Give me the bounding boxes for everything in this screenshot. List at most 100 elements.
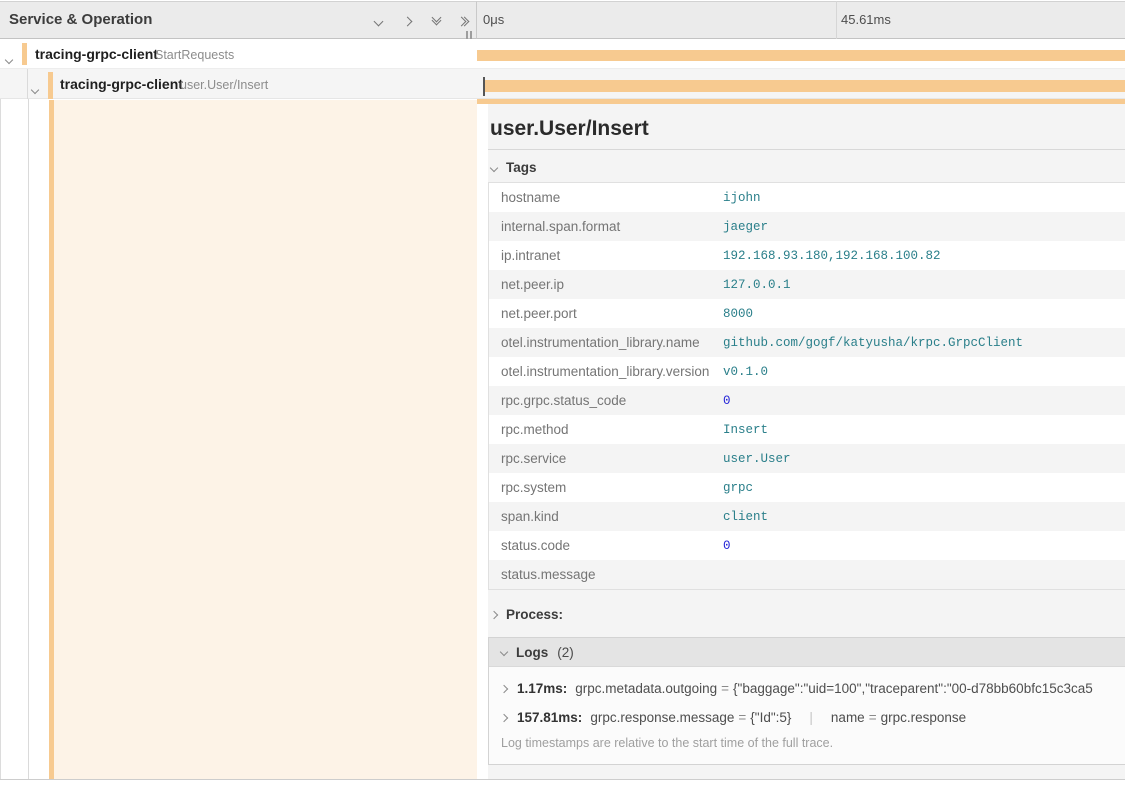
tags-section-label: Tags — [506, 160, 537, 175]
log-field-value: grpc.response — [881, 710, 967, 725]
service-operation-title: Service & Operation — [9, 11, 152, 28]
tag-key: net.peer.ip — [489, 277, 723, 292]
log-entry-row[interactable]: 157.81ms:grpc.response.message={"Id":5}|… — [489, 710, 1125, 725]
tag-value: 0 — [723, 539, 731, 553]
span-row-user-insert[interactable]: tracing-grpc-client user.User/Insert — [0, 69, 1125, 99]
tag-row: rpc.serviceuser.User — [489, 444, 1125, 473]
tag-key: rpc.service — [489, 451, 723, 466]
tag-key: span.kind — [489, 509, 723, 524]
logs-section-header[interactable]: Logs (2) — [489, 638, 1125, 667]
log-field-key: grpc.response.message — [590, 710, 734, 725]
tag-key: net.peer.port — [489, 306, 723, 321]
process-section-header[interactable]: Process: — [491, 607, 563, 622]
span-bar-startrequests[interactable] — [477, 50, 1125, 61]
tag-value: 0 — [723, 394, 731, 408]
span-start-tick — [483, 77, 485, 96]
log-field: name=grpc.response — [831, 710, 966, 725]
log-field-key: name — [831, 710, 865, 725]
tag-key: rpc.system — [489, 480, 723, 495]
tag-value: 127.0.0.1 — [723, 278, 791, 292]
tag-value: github.com/gogf/katyusha/krpc.GrpcClient — [723, 336, 1023, 350]
detail-row-bottom-border — [0, 779, 1125, 780]
ruler-tick-start: 0μs — [483, 12, 504, 27]
logs-body: 1.17ms:grpc.metadata.outgoing={"baggage"… — [489, 681, 1125, 725]
field-separator: | — [799, 710, 823, 725]
process-section-label: Process: — [506, 607, 563, 622]
log-timestamp: 157.81ms: — [517, 710, 582, 725]
trace-timeline-view: Service & Operation 0μs 45.61ms tracing-… — [0, 0, 1125, 785]
tag-value: jaeger — [723, 220, 768, 234]
log-entry-row[interactable]: 1.17ms: grpc.metadata.outgoing={"baggage"… — [489, 681, 1125, 696]
tag-row: internal.span.formatjaeger — [489, 212, 1125, 241]
log-field: grpc.response.message={"Id":5} — [590, 710, 791, 725]
span-row-startrequests[interactable]: tracing-grpc-client StartRequests — [0, 39, 1125, 69]
logs-section-label: Logs — [516, 645, 548, 660]
tag-key: otel.instrumentation_library.version — [489, 364, 723, 379]
service-color-bar — [22, 43, 27, 65]
chevron-right-icon — [500, 684, 508, 692]
indent-guide — [28, 99, 29, 779]
tag-value: grpc — [723, 481, 753, 495]
row-collapse-chevron-icon[interactable] — [6, 50, 12, 68]
tag-row: rpc.systemgrpc — [489, 473, 1125, 502]
log-field-key: grpc.metadata.outgoing — [575, 681, 717, 696]
tag-row: net.peer.port8000 — [489, 299, 1125, 328]
tag-key: hostname — [489, 190, 723, 205]
log-timestamp: 1.17ms: — [517, 681, 567, 696]
row-collapse-chevron-icon[interactable] — [32, 80, 38, 98]
tags-section-header[interactable]: Tags — [491, 160, 537, 175]
tag-key: status.code — [489, 538, 723, 553]
selected-span-tint — [54, 100, 477, 779]
expand-all-icon[interactable] — [428, 14, 444, 28]
tag-row: otel.instrumentation_library.versionv0.1… — [489, 357, 1125, 386]
equals-sign: = — [865, 710, 881, 725]
tag-row: status.message — [489, 560, 1125, 589]
expand-one-icon[interactable] — [370, 14, 386, 28]
tag-key: status.message — [489, 567, 723, 582]
tag-key: rpc.grpc.status_code — [489, 393, 723, 408]
log-field-value: {"baggage":"uid=100","traceparent":"00-d… — [733, 681, 1093, 696]
collapse-one-icon[interactable] — [399, 14, 415, 28]
timeline-ruler: 0μs 45.61ms — [477, 1, 1125, 39]
tags-table: hostnameijohninternal.span.formatjaegeri… — [488, 182, 1125, 590]
tag-row: ip.intranet192.168.93.180,192.168.100.82 — [489, 241, 1125, 270]
span-service-name: tracing-grpc-client — [35, 46, 158, 62]
tag-row: hostnameijohn — [489, 183, 1125, 212]
chevron-right-icon — [490, 610, 498, 618]
title-divider — [488, 149, 1125, 150]
span-service-name: tracing-grpc-client — [60, 76, 183, 92]
service-color-bar — [48, 72, 53, 99]
chevron-right-icon — [500, 713, 508, 721]
tag-value: ijohn — [723, 191, 761, 205]
tag-value: client — [723, 510, 768, 524]
span-bar-user-insert[interactable] — [485, 80, 1125, 92]
timeline-collapse-controls — [370, 14, 473, 28]
log-field: grpc.metadata.outgoing={"baggage":"uid=1… — [575, 681, 1092, 696]
chevron-down-icon — [490, 163, 498, 171]
tag-row: rpc.methodInsert — [489, 415, 1125, 444]
detail-row-left-column — [0, 99, 477, 779]
indent-guide — [27, 69, 28, 99]
tag-key: otel.instrumentation_library.name — [489, 335, 723, 350]
logs-section: Logs (2) 1.17ms:grpc.metadata.outgoing={… — [488, 637, 1125, 765]
logs-timestamp-note: Log timestamps are relative to the start… — [489, 736, 1125, 750]
span-detail-content: user.User/Insert Tags hostnameijohninter… — [488, 104, 1125, 779]
collapse-all-icon[interactable] — [457, 14, 473, 28]
chevron-down-icon — [500, 648, 508, 656]
log-field-value: {"Id":5} — [750, 710, 791, 725]
tag-value: Insert — [723, 423, 768, 437]
tag-row: net.peer.ip127.0.0.1 — [489, 270, 1125, 299]
tag-value: 192.168.93.180,192.168.100.82 — [723, 249, 941, 263]
tag-row: span.kindclient — [489, 502, 1125, 531]
equals-sign: = — [717, 681, 733, 696]
tag-row: rpc.grpc.status_code0 — [489, 386, 1125, 415]
tag-value: user.User — [723, 452, 791, 466]
span-operation-name: StartRequests — [155, 48, 234, 62]
tag-value: v0.1.0 — [723, 365, 768, 379]
tag-row: otel.instrumentation_library.namegithub.… — [489, 328, 1125, 357]
tag-key: internal.span.format — [489, 219, 723, 234]
equals-sign: = — [734, 710, 750, 725]
span-detail-panel: user.User/Insert Tags hostnameijohninter… — [477, 104, 1125, 779]
tag-key: ip.intranet — [489, 248, 723, 263]
logs-count: (2) — [557, 645, 574, 660]
